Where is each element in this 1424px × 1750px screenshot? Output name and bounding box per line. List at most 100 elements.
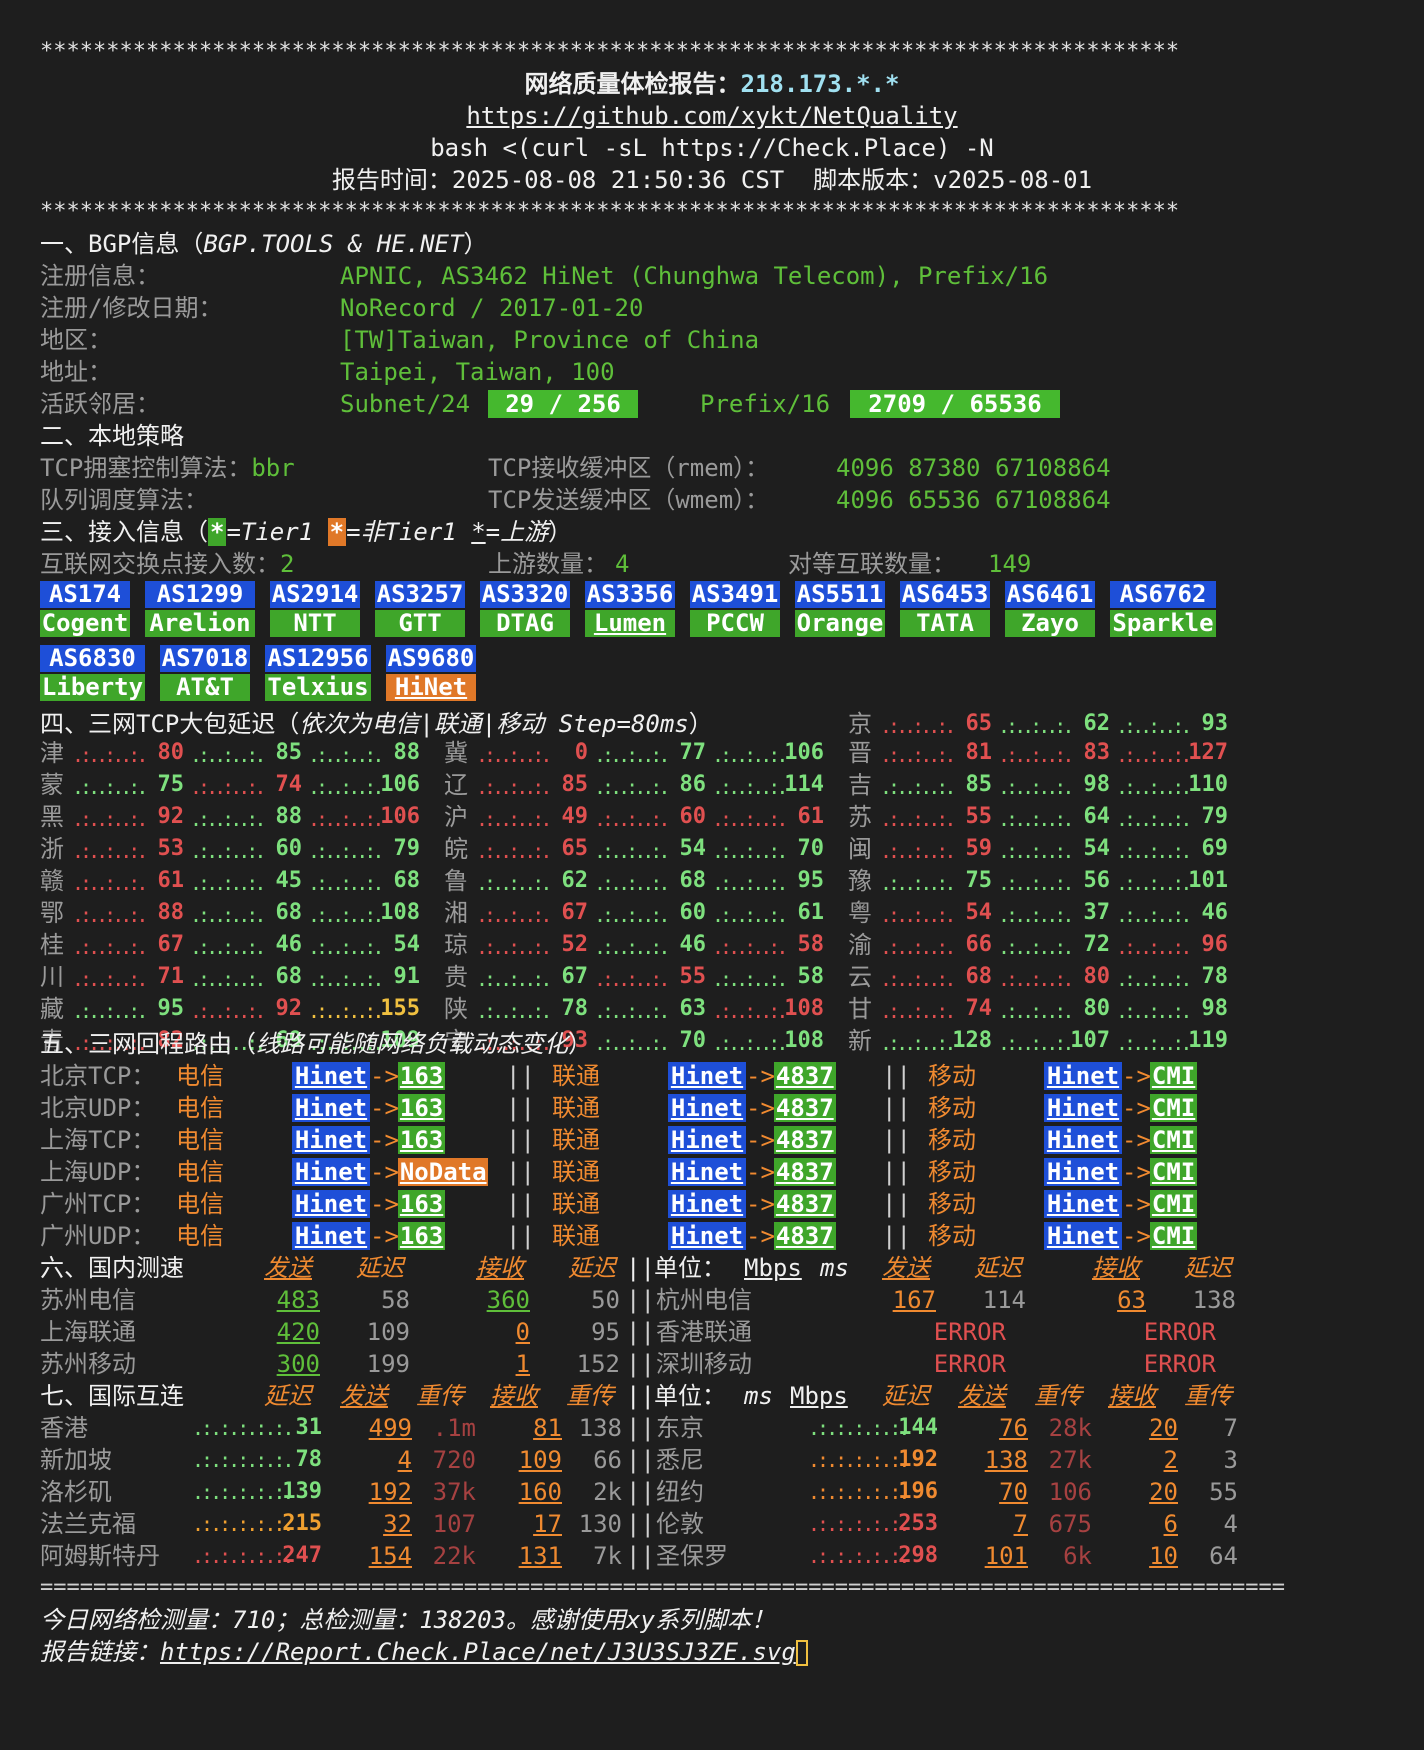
domestic-header-row: 六、国内测速 发送 延迟 接收 延迟 || 单位： Mbps ms 发送 延迟 接收 延迟	[40, 1252, 1384, 1284]
latency-value: 46	[275, 932, 303, 957]
province-label: 桂	[40, 931, 64, 959]
intl-retx2-r: 3	[1223, 1446, 1238, 1474]
latency-value: 52	[561, 932, 589, 957]
intl-h-lat: 延迟	[264, 1382, 312, 1410]
dom-separator: ||	[626, 1350, 655, 1378]
route-arrow-cm: ->	[1122, 1126, 1151, 1154]
as-badge[interactable]: AS3491 PCCW	[690, 581, 780, 637]
route-arrow-ct: ->	[370, 1094, 399, 1122]
province-label: 鲁	[444, 867, 468, 895]
latency-value: 68	[275, 900, 303, 925]
as-badge[interactable]: AS9680 HiNet	[386, 645, 476, 701]
as-badge[interactable]: AS1299 Arelion	[145, 581, 255, 637]
version-value: v2025-08-01	[933, 166, 1093, 194]
intl-separator: ||	[626, 1446, 655, 1474]
province-label: 蒙	[40, 771, 64, 799]
repo-link[interactable]: https://github.com/xykt/NetQuality	[466, 102, 957, 130]
as-badge[interactable]: AS3320 DTAG	[480, 581, 570, 637]
intl-row: 阿姆斯特丹.:.:.:.:.:. 247 154 22k 131 7k || 圣保罗.:.:.…	[40, 1540, 1384, 1572]
stars-divider: ****************************************…	[40, 39, 1180, 64]
intl-send-r: 138	[984, 1446, 1028, 1474]
route-separator: ||	[882, 1094, 911, 1122]
route-isp-cm: 移动	[928, 1062, 976, 1090]
latency-value: 114	[784, 772, 824, 797]
bgp-title-end: ）	[463, 230, 488, 258]
as-badge[interactable]: AS7018 AT&T	[160, 645, 250, 701]
latency-value: 59	[965, 836, 993, 861]
route-label: 上海TCP：	[40, 1126, 156, 1154]
intl-retx2-l: 66	[593, 1446, 622, 1474]
addr-value: Taipei, Taiwan, 100	[340, 358, 615, 386]
as-name: NTT	[270, 610, 360, 637]
latency-value: 67	[561, 900, 589, 925]
intl-name-l: 法兰克福	[40, 1510, 136, 1538]
latency-value: 92	[275, 996, 303, 1021]
as-badge[interactable]: AS3257 GTT	[375, 581, 465, 637]
upstream-value: 4	[615, 550, 630, 578]
route-src-cu: Hinet	[668, 1062, 746, 1090]
intl-retx-l: 37k	[432, 1478, 476, 1506]
intl-grid: 香港.:.:.:.:.:. 31 499.1m 81 138 || 东京.:.:.:.:.:…	[40, 1412, 1384, 1572]
intl-h-retx-r: 重传	[1034, 1382, 1082, 1410]
route-isp-cm: 移动	[928, 1126, 976, 1154]
as-badge[interactable]: AS2914 NTT	[270, 581, 360, 637]
as-badge[interactable]: AS6762 Sparkle	[1110, 581, 1216, 637]
reg-value: APNIC, AS3462 HiNet (Chunghwa Telecom), …	[340, 262, 1049, 290]
intl-unit-bw: Mbps	[790, 1382, 848, 1410]
dom-lat-r: ERROR	[933, 1350, 1006, 1378]
as-badge[interactable]: AS6453 TATA	[900, 581, 990, 637]
latency-value: 91	[393, 964, 421, 989]
footer-link[interactable]: https://Report.Check.Place/net/J3U3SJ3ZE…	[160, 1638, 796, 1666]
dom-lat-l: 58	[381, 1286, 410, 1314]
repo-line: https://github.com/xykt/NetQuality	[40, 100, 1384, 132]
route-label: 北京TCP：	[40, 1062, 156, 1090]
route-dst-ct: 163	[398, 1062, 446, 1090]
latency-value: 108	[380, 900, 420, 925]
latency-value: 54	[965, 900, 993, 925]
route-src-cm: Hinet	[1044, 1222, 1122, 1250]
latency-value: 67	[561, 964, 589, 989]
route-title-end: ）	[568, 1030, 592, 1058]
intl-recv-l: 81	[533, 1414, 562, 1442]
route-src-cm: Hinet	[1044, 1158, 1122, 1186]
as-badge[interactable]: AS174 Cogent	[40, 581, 130, 637]
intl-unit-ms: ms	[744, 1382, 773, 1410]
as-badge[interactable]: AS5511 Orange	[795, 581, 885, 637]
reg-label: 注册信息：	[40, 262, 160, 290]
latency-value: 78	[1201, 964, 1229, 989]
intl-lat-r: 298	[898, 1543, 938, 1568]
dom-recv-l: 360	[486, 1286, 530, 1314]
policy-cc-row: TCP拥塞控制算法：bbr TCP接收缓冲区（rmem）： 4096 87380 6…	[40, 452, 1384, 484]
latency-value: 62	[561, 868, 589, 893]
route-dst-cm: CMI	[1150, 1062, 1198, 1090]
as-badge[interactable]: AS3356 Lumen	[585, 581, 675, 637]
intl-h-retx: 重传	[416, 1382, 464, 1410]
province-label: 川	[40, 963, 64, 991]
route-src-ct: Hinet	[292, 1094, 370, 1122]
bgp-region-row: 地区： [TW]Taiwan, Province of China	[40, 324, 1384, 356]
as-number: AS2914	[270, 580, 360, 608]
province-label: 赣	[40, 867, 64, 895]
route-dst-ct: 163	[398, 1190, 446, 1218]
intl-unit-label: 单位：	[654, 1382, 726, 1410]
route-separator: ||	[506, 1126, 535, 1154]
as-badge[interactable]: AS12956 Telxius	[265, 645, 371, 701]
latency-value: 101	[1188, 868, 1228, 893]
latency-value: 63	[679, 996, 707, 1021]
latency-value: 79	[393, 836, 421, 861]
intl-recv-l: 160	[518, 1478, 562, 1506]
as-badge[interactable]: AS6830 Liberty	[40, 645, 145, 701]
intl-lat-r: 196	[898, 1479, 938, 1504]
latency-value: 80	[1083, 996, 1111, 1021]
latency-value: 74	[275, 772, 303, 797]
province-label: 湘	[444, 899, 468, 927]
province-label: 粤	[848, 899, 872, 927]
latency-value: 88	[275, 804, 303, 829]
as-number: AS9680	[386, 644, 476, 672]
route-separator: ||	[506, 1222, 535, 1250]
as-badge[interactable]: AS6461 Zayo	[1005, 581, 1095, 637]
report-ip: 218.173.*.*	[740, 70, 900, 98]
route-separator: ||	[506, 1190, 535, 1218]
intl-send-l: 32	[383, 1510, 412, 1538]
route-src-cu: Hinet	[668, 1126, 746, 1154]
